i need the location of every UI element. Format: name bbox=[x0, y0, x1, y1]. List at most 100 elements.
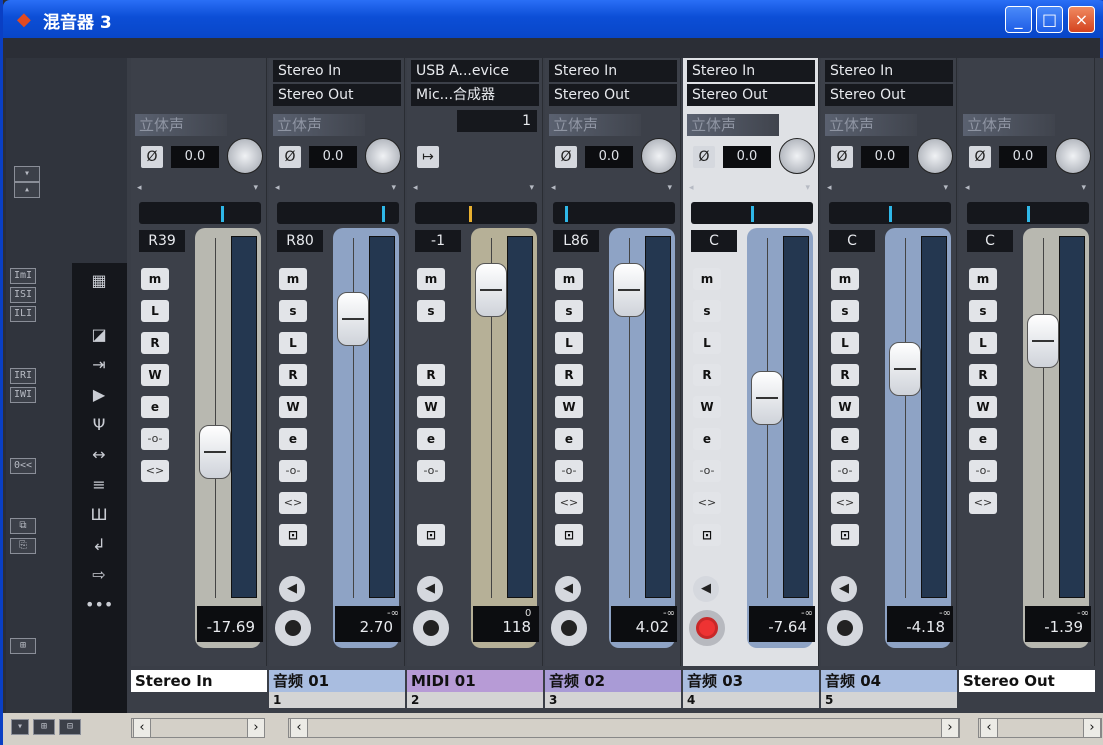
close-button[interactable]: × bbox=[1068, 6, 1095, 33]
channel-button[interactable]: R bbox=[417, 364, 445, 386]
insert-icon[interactable]: Ψ bbox=[85, 413, 113, 437]
dropdown-icon[interactable]: ▾ bbox=[1081, 183, 1086, 193]
input-gain[interactable]: 0.0 bbox=[309, 146, 357, 168]
input-output-icon[interactable]: ⇥ bbox=[85, 353, 113, 377]
channel-view-icon[interactable]: ▦ bbox=[85, 269, 113, 293]
wide-view-icon[interactable]: ◪ bbox=[85, 323, 113, 347]
channel-button[interactable]: e bbox=[555, 428, 583, 450]
channel-button[interactable]: s bbox=[417, 300, 445, 322]
collapse-icon[interactable]: ◂ bbox=[551, 183, 556, 193]
output-routing[interactable]: Stereo Out bbox=[549, 84, 677, 106]
gain-knob[interactable] bbox=[365, 138, 401, 174]
channel-button[interactable]: <> bbox=[279, 492, 307, 514]
dropdown-icon[interactable]: ▾ bbox=[253, 183, 258, 193]
channel-button[interactable]: R bbox=[969, 364, 997, 386]
channel-name[interactable]: 音频 01 bbox=[269, 670, 405, 692]
collapse-icon[interactable]: ◂ bbox=[689, 183, 694, 193]
channel-button[interactable]: W bbox=[417, 396, 445, 418]
fader-handle[interactable] bbox=[475, 263, 507, 318]
channel-button[interactable]: s bbox=[693, 300, 721, 322]
channel-button[interactable]: ⊡ bbox=[693, 524, 721, 546]
channel-button[interactable]: <> bbox=[831, 492, 859, 514]
monitor-icon[interactable]: ◀ bbox=[555, 576, 581, 602]
copy-icon[interactable]: ⧉ bbox=[10, 518, 36, 534]
channel-name[interactable]: MIDI 01 bbox=[407, 670, 543, 692]
reset-button[interactable]: 0<< bbox=[10, 458, 36, 474]
minimize-button[interactable]: _ bbox=[1005, 6, 1032, 33]
midi-thru-icon[interactable]: ↦ bbox=[417, 146, 439, 168]
collapse-icon[interactable]: ◂ bbox=[965, 183, 970, 193]
channel-button[interactable]: m bbox=[969, 268, 997, 290]
channel-button[interactable]: -o- bbox=[831, 460, 859, 482]
scroll-right-button[interactable]: › bbox=[941, 718, 959, 738]
sends-icon[interactable]: Ш bbox=[85, 503, 113, 527]
output-routing[interactable]: Stereo Out bbox=[687, 84, 815, 106]
channel-button[interactable]: W bbox=[555, 396, 583, 418]
collapse-icon[interactable]: ◂ bbox=[275, 183, 280, 193]
input-routing[interactable]: Stereo In bbox=[825, 60, 953, 82]
read-all-button[interactable]: IRI bbox=[10, 368, 36, 384]
channel-button[interactable]: L bbox=[831, 332, 859, 354]
channel-button[interactable]: L bbox=[279, 332, 307, 354]
play-icon[interactable]: ▶ bbox=[85, 383, 113, 407]
dropdown-icon[interactable]: ▾ bbox=[805, 183, 810, 193]
record-button[interactable] bbox=[551, 610, 587, 646]
channel-name[interactable]: 音频 04 bbox=[821, 670, 957, 692]
gain-knob[interactable] bbox=[641, 138, 677, 174]
channel-button[interactable]: e bbox=[969, 428, 997, 450]
channel-button[interactable]: <> bbox=[693, 492, 721, 514]
channel-button[interactable]: ⊡ bbox=[417, 524, 445, 546]
channel-button[interactable]: m bbox=[555, 268, 583, 290]
channel-name[interactable]: 音频 02 bbox=[545, 670, 681, 692]
scroll-right-button[interactable]: › bbox=[1083, 718, 1101, 738]
channel-button[interactable]: -o- bbox=[279, 460, 307, 482]
fader-handle[interactable] bbox=[337, 292, 369, 346]
input-gain[interactable]: 0.0 bbox=[723, 146, 771, 168]
channel-button[interactable]: e bbox=[831, 428, 859, 450]
eq-icon[interactable]: ≡ bbox=[85, 473, 113, 497]
maximize-button[interactable]: □ bbox=[1036, 6, 1063, 33]
collapse-icon[interactable]: ◂ bbox=[413, 183, 418, 193]
channel-button[interactable]: m bbox=[417, 268, 445, 290]
pan-slider[interactable] bbox=[277, 202, 399, 224]
gain-knob[interactable] bbox=[227, 138, 263, 174]
view-set-icon[interactable]: ⊞ bbox=[33, 719, 55, 735]
channel-button[interactable]: ⊡ bbox=[279, 524, 307, 546]
input-routing[interactable]: Stereo In bbox=[273, 60, 401, 82]
monitor-icon[interactable]: ◀ bbox=[693, 576, 719, 602]
fader-handle[interactable] bbox=[889, 342, 921, 397]
phase-icon[interactable]: Ø bbox=[279, 146, 301, 168]
fader-handle[interactable] bbox=[751, 371, 783, 426]
channel-button[interactable]: W bbox=[279, 396, 307, 418]
input-routing[interactable]: USB A...evice bbox=[411, 60, 539, 82]
phase-icon[interactable]: Ø bbox=[969, 146, 991, 168]
input-gain[interactable]: 0.0 bbox=[999, 146, 1047, 168]
scroll-left-button[interactable]: ‹ bbox=[980, 718, 998, 738]
collapse-icon[interactable]: ◂ bbox=[137, 183, 142, 193]
output-icon[interactable]: ⇨ bbox=[85, 563, 113, 587]
channel-name[interactable]: 音频 03 bbox=[683, 670, 819, 692]
menu-icon[interactable]: ▾ bbox=[11, 719, 29, 735]
return-icon[interactable]: ↲ bbox=[85, 533, 113, 557]
channel-button[interactable]: L bbox=[693, 332, 721, 354]
midi-channel[interactable]: 1 bbox=[457, 110, 537, 132]
input-gain[interactable]: 0.0 bbox=[585, 146, 633, 168]
channel-button[interactable]: -o- bbox=[141, 428, 169, 450]
channel-button[interactable]: s bbox=[969, 300, 997, 322]
channel-button[interactable]: s bbox=[831, 300, 859, 322]
channel-button[interactable]: s bbox=[279, 300, 307, 322]
channel-button[interactable]: <> bbox=[141, 460, 169, 482]
channel-button[interactable]: s bbox=[555, 300, 583, 322]
dropdown-icon[interactable]: ▾ bbox=[391, 183, 396, 193]
channel-button[interactable]: W bbox=[141, 364, 169, 386]
scroll-left-button[interactable]: ‹ bbox=[290, 718, 308, 738]
channel-button[interactable]: W bbox=[969, 396, 997, 418]
channel-button[interactable]: e bbox=[141, 396, 169, 418]
channel-button[interactable]: L bbox=[555, 332, 583, 354]
pan-slider[interactable] bbox=[139, 202, 261, 224]
monitor-icon[interactable]: ◀ bbox=[279, 576, 305, 602]
channel-button[interactable]: m bbox=[141, 268, 169, 290]
mute-all-button[interactable]: ImI bbox=[10, 268, 36, 284]
channel-button[interactable]: e bbox=[279, 428, 307, 450]
gain-knob[interactable] bbox=[1055, 138, 1091, 174]
